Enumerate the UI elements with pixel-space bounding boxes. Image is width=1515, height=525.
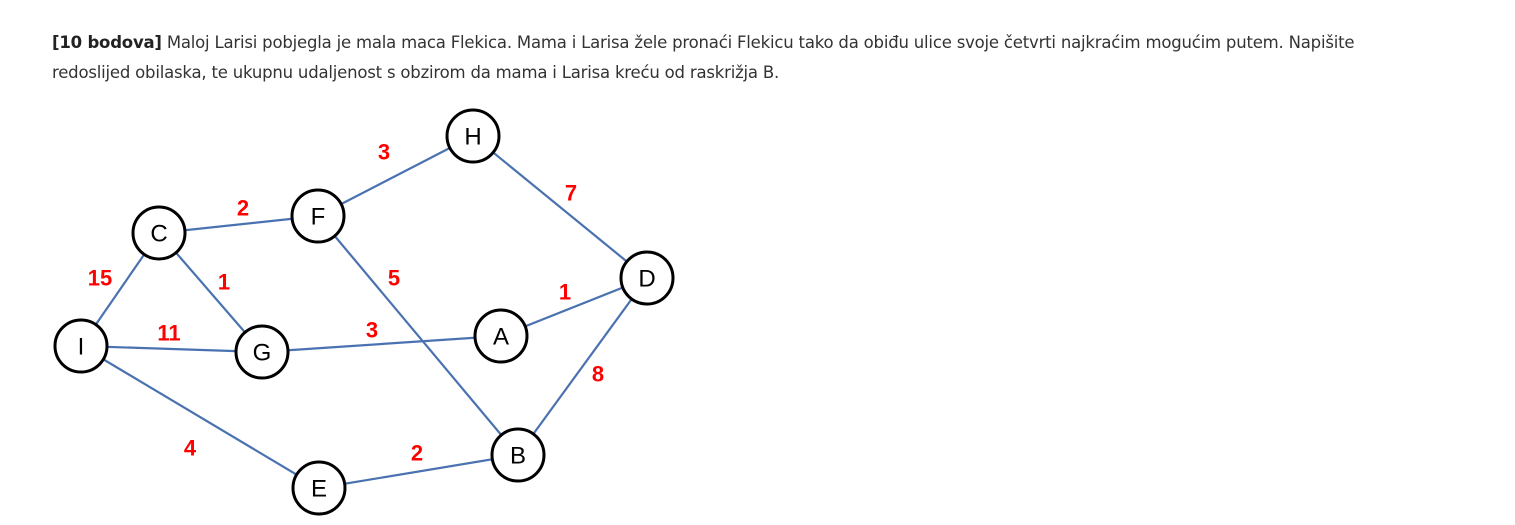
edge-weight-f-h: 3 [378, 140, 390, 165]
edge-weight-c-i: 15 [88, 266, 112, 291]
edge-weight-c-f: 2 [237, 196, 249, 221]
node-e: E [291, 460, 347, 516]
edge-g-a [261, 334, 502, 354]
node-label: I [78, 334, 85, 361]
node-label: F [311, 204, 326, 231]
edge-weight-h-d: 7 [565, 181, 577, 206]
node-label: B [510, 443, 526, 470]
node-d: D [619, 250, 675, 306]
node-label: D [638, 266, 655, 293]
node-label: G [253, 340, 272, 367]
edge-weight-f-b: 5 [388, 266, 400, 291]
edge-weight-a-d: 1 [559, 280, 571, 305]
node-f: F [290, 188, 346, 244]
nodes-layer: H C F D I G A B E [53, 108, 675, 516]
node-label: H [464, 124, 481, 151]
node-i: I [53, 318, 109, 374]
node-a: A [473, 308, 529, 364]
node-label: C [150, 221, 167, 248]
edge-weight-i-e: 4 [184, 436, 197, 461]
node-h: H [445, 108, 501, 164]
node-g: G [234, 324, 290, 380]
edges-layer [80, 135, 648, 490]
edge-weight-c-g: 1 [218, 270, 230, 295]
node-c: C [131, 205, 187, 261]
node-b: B [490, 427, 546, 483]
edge-weight-d-b: 8 [592, 362, 604, 387]
edge-weight-i-g: 11 [157, 321, 180, 346]
node-label: E [311, 476, 327, 503]
edge-weight-g-a: 3 [366, 318, 378, 343]
edge-h-d [472, 135, 648, 279]
weights-layer: 37215 1 5111 384 2 [88, 140, 604, 466]
edge-weight-e-b: 2 [411, 441, 423, 466]
node-label: A [493, 324, 509, 351]
graph-diagram: 37215 1 5111 384 2 HCFDI GABE [53, 108, 675, 516]
